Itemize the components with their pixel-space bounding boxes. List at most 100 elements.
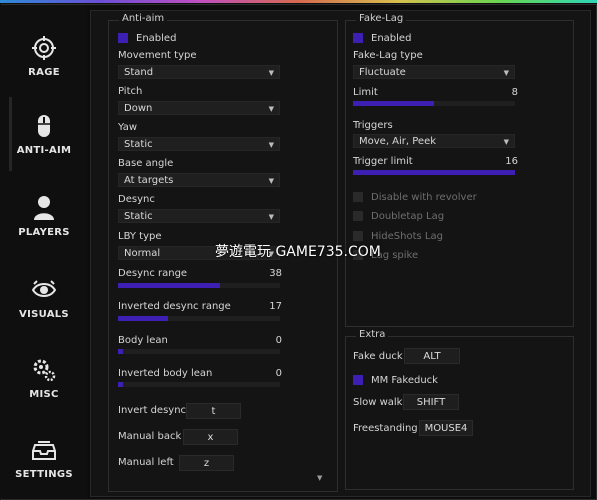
pitch-dropdown[interactable]: Down ▼ — [118, 101, 280, 115]
tray-icon — [32, 441, 56, 460]
tab-settings[interactable]: SETTINGS — [1, 437, 87, 480]
movement-type-value: Stand — [124, 67, 154, 78]
disable-revolver-checkbox[interactable] — [353, 192, 363, 202]
pitch-label: Pitch — [118, 86, 143, 97]
watermark-text: 夢遊電玩 GAME735.COM — [215, 244, 381, 260]
invert-desync-keybind[interactable]: t — [186, 403, 241, 419]
tab-settings-label: SETTINGS — [15, 469, 73, 480]
tab-players[interactable]: PLAYERS — [1, 195, 87, 238]
gears-icon — [33, 359, 56, 382]
base-angle-label: Base angle — [118, 158, 174, 169]
triggers-dropdown[interactable]: Move, Air, Peek ▼ — [353, 134, 515, 148]
body-lean-slider[interactable] — [118, 349, 280, 354]
fake-duck-keybind[interactable]: ALT — [404, 348, 460, 364]
limit-fill — [353, 101, 434, 106]
base-angle-value: At targets — [124, 175, 174, 186]
desync-value: Static — [124, 211, 153, 222]
fakelag-enabled-checkbox[interactable] — [353, 33, 363, 43]
person-icon — [34, 196, 54, 220]
movement-type-dropdown[interactable]: Stand ▼ — [118, 65, 280, 79]
inverted-desync-range-value: 17 — [269, 301, 282, 312]
trigger-limit-label: Trigger limit — [353, 156, 413, 167]
limit-value: 8 — [511, 87, 518, 98]
manual-left-label: Manual left — [118, 457, 174, 468]
fakelag-title: Fake-Lag — [356, 13, 407, 24]
lby-type-value: Normal — [124, 248, 161, 259]
mm-fakeduck-label: MM Fakeduck — [371, 375, 438, 386]
tab-rage-label: RAGE — [28, 67, 60, 78]
slow-walk-label: Slow walk — [353, 397, 403, 408]
doubletap-lag-checkbox[interactable] — [353, 211, 363, 221]
yaw-dropdown[interactable]: Static ▼ — [118, 137, 280, 151]
chevron-down-icon: ▼ — [503, 138, 509, 146]
invert-desync-label: Invert desync — [118, 405, 187, 416]
tab-players-label: PLAYERS — [18, 227, 70, 238]
inverted-desync-range-fill — [118, 316, 169, 321]
inverted-body-lean-fill — [118, 382, 123, 387]
chevron-down-icon: ▼ — [268, 69, 274, 77]
tab-misc-label: MISC — [29, 389, 59, 400]
scroll-down-icon[interactable]: ▼ — [317, 474, 322, 482]
movement-type-label: Movement type — [118, 50, 197, 61]
crosshair-icon — [32, 36, 56, 60]
doubletap-lag-label: Doubletap Lag — [371, 211, 445, 222]
yaw-value: Static — [124, 139, 153, 150]
extra-title: Extra — [356, 329, 389, 340]
eye-icon — [31, 280, 57, 297]
tab-anti-aim[interactable]: ANTI-AIM — [1, 113, 87, 156]
inverted-desync-range-label: Inverted desync range — [118, 301, 231, 312]
body-lean-label: Body lean — [118, 335, 168, 346]
body-lean-fill — [118, 349, 123, 354]
desync-range-fill — [118, 283, 221, 288]
manual-left-keybind[interactable]: z — [179, 455, 234, 471]
manual-back-label: Manual back — [118, 431, 182, 442]
triggers-label: Triggers — [353, 120, 393, 131]
chevron-down-icon: ▼ — [268, 105, 274, 113]
limit-slider[interactable] — [353, 101, 515, 106]
mouse-icon — [38, 115, 50, 137]
inverted-body-lean-label: Inverted body lean — [118, 368, 213, 379]
desync-label: Desync — [118, 194, 155, 205]
tab-visuals-label: VISUALS — [19, 309, 69, 320]
base-angle-dropdown[interactable]: At targets ▼ — [118, 173, 280, 187]
hideshots-lag-label: HideShots Lag — [371, 231, 443, 242]
antiaim-enabled-checkbox[interactable] — [118, 33, 128, 43]
disable-revolver-label: Disable with revolver — [371, 192, 477, 203]
top-rainbow-bar — [0, 0, 597, 3]
fakelag-type-dropdown[interactable]: Fluctuate ▼ — [353, 65, 515, 79]
chevron-down-icon: ▼ — [503, 69, 509, 77]
tab-visuals[interactable]: VISUALS — [1, 277, 87, 320]
tab-anti-aim-label: ANTI-AIM — [16, 145, 72, 156]
desync-range-value: 38 — [269, 268, 282, 279]
freestanding-label: Freestanding — [353, 423, 418, 434]
trigger-limit-value: 16 — [505, 156, 518, 167]
fakelag-type-label: Fake-Lag type — [353, 50, 423, 61]
tab-misc[interactable]: MISC — [1, 357, 87, 400]
freestanding-keybind[interactable]: MOUSE4 — [419, 420, 473, 436]
triggers-value: Move, Air, Peek — [359, 136, 437, 147]
desync-dropdown[interactable]: Static ▼ — [118, 209, 280, 223]
trigger-limit-slider[interactable] — [353, 170, 515, 175]
body-lean-value: 0 — [275, 335, 282, 346]
desync-range-slider[interactable] — [118, 283, 280, 288]
fakelag-type-value: Fluctuate — [359, 67, 406, 78]
inverted-desync-range-slider[interactable] — [118, 316, 280, 321]
inverted-body-lean-value: 0 — [275, 368, 282, 379]
mm-fakeduck-checkbox[interactable] — [353, 375, 363, 385]
inverted-body-lean-slider[interactable] — [118, 382, 280, 387]
chevron-down-icon: ▼ — [268, 141, 274, 149]
manual-back-keybind[interactable]: x — [183, 429, 238, 445]
hideshots-lag-checkbox[interactable] — [353, 231, 363, 241]
pitch-value: Down — [124, 103, 153, 114]
desync-range-label: Desync range — [118, 268, 188, 279]
slow-walk-keybind[interactable]: SHIFT — [403, 394, 459, 410]
lby-type-label: LBY type — [118, 231, 162, 242]
limit-label: Limit — [353, 87, 378, 98]
antiaim-title: Anti-aim — [119, 13, 168, 24]
fake-duck-label: Fake duck — [353, 351, 403, 362]
sidebar: RAGE ANTI-AIM PLAYERS VISUALS MISC SETTI… — [1, 5, 87, 498]
chevron-down-icon: ▼ — [268, 177, 274, 185]
tab-rage[interactable]: RAGE — [1, 35, 87, 78]
antiaim-enabled-label: Enabled — [136, 33, 177, 44]
chevron-down-icon: ▼ — [268, 213, 274, 221]
